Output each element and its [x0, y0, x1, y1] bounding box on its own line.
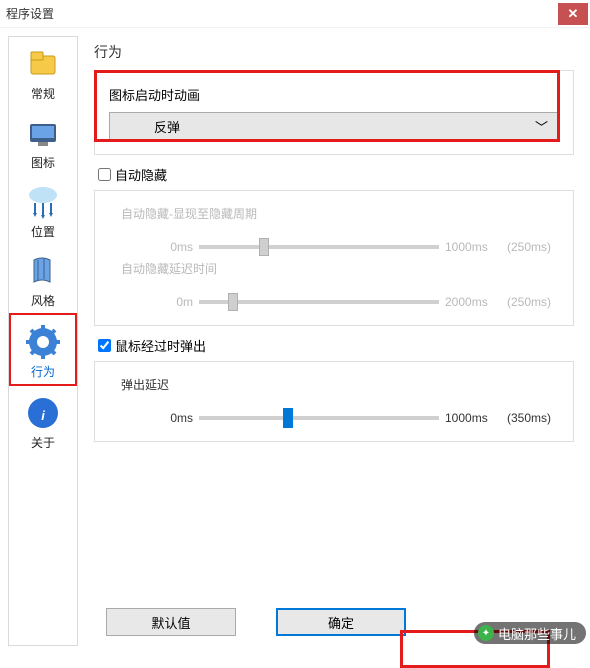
- icon-icon: [24, 114, 62, 152]
- slider-min: 0ms: [109, 411, 199, 425]
- slider-thumb: [228, 293, 238, 311]
- slider-auto-hide-cycle: 0ms 1000ms (250ms): [109, 240, 559, 254]
- titlebar: 程序设置 ✕: [0, 0, 590, 28]
- auto-hide-fieldset: 自动隐藏-显现至隐藏周期 0ms 1000ms (250ms) 自动隐藏延迟时间…: [94, 190, 574, 326]
- auto-hide-checkbox-row[interactable]: 自动隐藏: [94, 165, 574, 184]
- svg-text:i: i: [41, 408, 45, 423]
- slider-thumb[interactable]: [283, 408, 293, 428]
- sidebar-item-label: 关于: [11, 434, 75, 451]
- watermark: ✦ 电脑那些事儿: [474, 622, 586, 644]
- auto-hide-cycle-label: 自动隐藏-显现至隐藏周期: [121, 205, 559, 222]
- mouse-popup-checkbox-row[interactable]: 鼠标经过时弹出: [94, 336, 574, 355]
- slider-min: 0m: [109, 295, 199, 309]
- ok-button[interactable]: 确定: [276, 608, 406, 636]
- slider-min: 0ms: [109, 240, 199, 254]
- sidebar-item-position[interactable]: 位置: [9, 175, 77, 244]
- sidebar-item-label: 风格: [11, 292, 75, 309]
- sidebar-item-label: 常规: [11, 85, 75, 102]
- slider-track: [199, 300, 439, 304]
- auto-hide-delay-label: 自动隐藏延迟时间: [121, 260, 559, 277]
- sidebar-item-label: 行为: [13, 363, 73, 380]
- window-title: 程序设置: [6, 5, 558, 22]
- animation-label: 图标启动时动画: [109, 85, 559, 104]
- style-icon: [24, 252, 62, 290]
- position-icon: [24, 183, 62, 221]
- general-icon: [24, 45, 62, 83]
- slider-value: (250ms): [499, 295, 559, 309]
- mouse-popup-checkbox[interactable]: [98, 339, 111, 352]
- combo-value: 反弹: [154, 117, 180, 136]
- sidebar-item-style[interactable]: 风格: [9, 244, 77, 313]
- close-button[interactable]: ✕: [558, 3, 588, 25]
- animation-combo[interactable]: 反弹 ﹀: [109, 112, 559, 140]
- slider-popup-delay[interactable]: 0ms 1000ms (350ms): [109, 411, 559, 425]
- content-panel: 行为 图标启动时动画 反弹 ﹀ 自动隐藏 自动隐藏-显现至隐藏周期 0ms 10…: [88, 36, 590, 644]
- auto-hide-checkbox[interactable]: [98, 168, 111, 181]
- default-button[interactable]: 默认值: [106, 608, 236, 636]
- slider-track: [199, 245, 439, 249]
- sidebar-item-behavior[interactable]: 行为: [9, 313, 77, 386]
- sidebar-item-about[interactable]: i 关于: [9, 386, 77, 455]
- chevron-down-icon: ﹀: [535, 117, 548, 136]
- slider-value: (250ms): [499, 240, 559, 254]
- button-row: 默认值 确定: [88, 608, 406, 636]
- slider-auto-hide-delay: 0m 2000ms (250ms): [109, 295, 559, 309]
- animation-fieldset: 图标启动时动画 反弹 ﹀: [94, 70, 574, 155]
- sidebar-item-label: 图标: [11, 154, 75, 171]
- popup-delay-label: 弹出延迟: [121, 376, 559, 393]
- watermark-text: 电脑那些事儿: [498, 624, 576, 643]
- sidebar-item-general[interactable]: 常规: [9, 37, 77, 106]
- mouse-popup-label: 鼠标经过时弹出: [115, 336, 206, 355]
- slider-max: 1000ms: [439, 411, 499, 425]
- sidebar: 常规 图标 位置 风格 行为 i: [8, 36, 78, 646]
- sidebar-item-icon[interactable]: 图标: [9, 106, 77, 175]
- close-icon: ✕: [568, 6, 579, 22]
- about-icon: i: [24, 394, 62, 432]
- section-heading: 行为: [94, 42, 580, 62]
- slider-thumb: [259, 238, 269, 256]
- popup-delay-fieldset: 弹出延迟 0ms 1000ms (350ms): [94, 361, 574, 442]
- behavior-icon: [24, 323, 62, 361]
- slider-value: (350ms): [499, 411, 559, 425]
- auto-hide-label: 自动隐藏: [115, 165, 167, 184]
- slider-max: 2000ms: [439, 295, 499, 309]
- slider-track[interactable]: [199, 416, 439, 420]
- sidebar-item-label: 位置: [11, 223, 75, 240]
- wechat-icon: ✦: [478, 625, 494, 641]
- slider-max: 1000ms: [439, 240, 499, 254]
